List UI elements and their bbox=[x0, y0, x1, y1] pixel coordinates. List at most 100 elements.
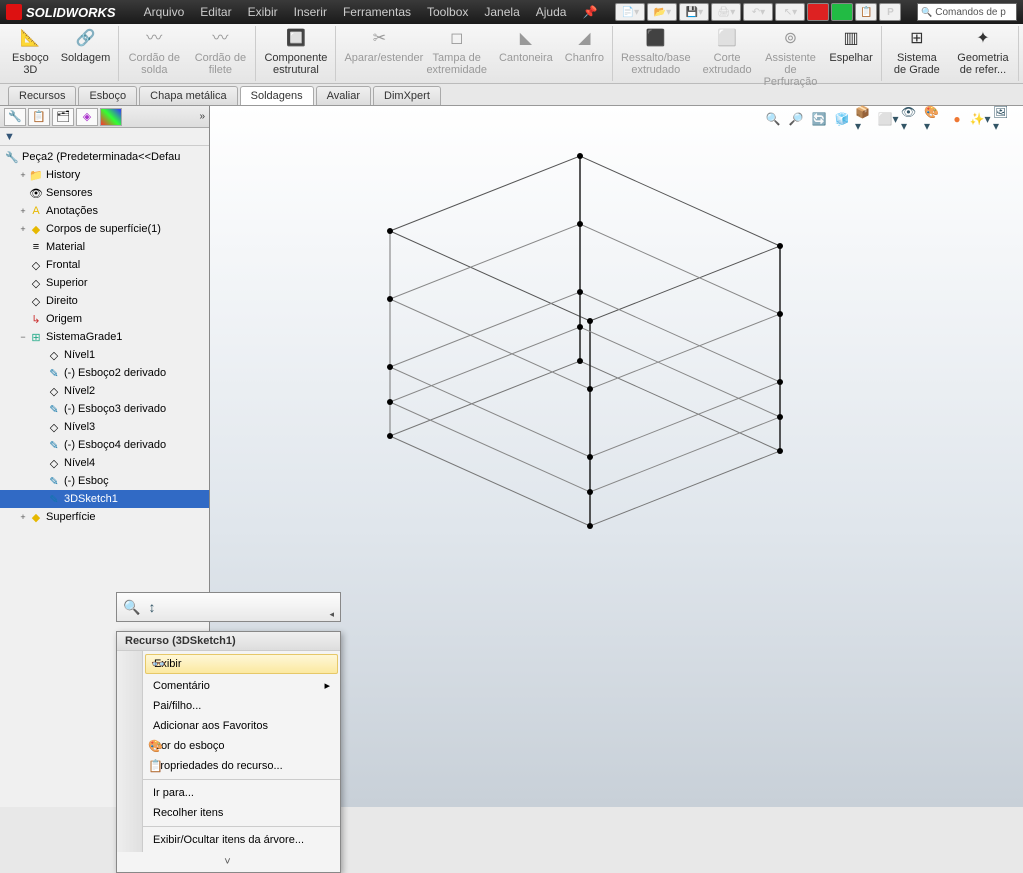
tree-item[interactable]: +AAnotações bbox=[0, 202, 209, 220]
context-item-icon: 👓 bbox=[151, 657, 166, 671]
tree-item[interactable]: ✎(-) Esboço3 derivado bbox=[0, 400, 209, 418]
menu-editar[interactable]: Editar bbox=[192, 5, 239, 19]
tree-tab-config[interactable]: 🗂 bbox=[52, 108, 74, 126]
ribbon-icon: ⬛ bbox=[644, 28, 668, 50]
mini-toolbar-collapse-icon[interactable]: ◂ bbox=[329, 609, 334, 620]
context-item-cor-do-esbo-o[interactable]: 🎨Cor do esboço bbox=[143, 736, 340, 756]
prev-view-icon[interactable]: 🔄 bbox=[809, 110, 829, 128]
ribbon-geometria-de-refer-[interactable]: ✦Geometria de refer... bbox=[950, 26, 1016, 78]
normal-to-icon[interactable]: ↕ bbox=[148, 599, 155, 615]
tree-item[interactable]: ◇Direito bbox=[0, 292, 209, 310]
appearance-icon[interactable]: ● bbox=[947, 110, 967, 128]
tree-item-label: Frontal bbox=[46, 259, 80, 271]
tree-item[interactable]: ◇Superior bbox=[0, 274, 209, 292]
hide-show-icon[interactable]: 👁▾ bbox=[901, 110, 921, 128]
context-menu-gutter bbox=[117, 651, 143, 852]
ribbon-esbo-o-3d[interactable]: 📐Esboço 3D bbox=[6, 26, 55, 78]
context-item-coment-rio[interactable]: Comentário▸ bbox=[143, 675, 340, 696]
context-menu-expand[interactable]: ˅ bbox=[117, 852, 340, 872]
tree-item[interactable]: −⊞SistemaGrade1 bbox=[0, 328, 209, 346]
tree-expand-icon[interactable]: + bbox=[18, 170, 28, 180]
tree-item[interactable]: ◇Nível4 bbox=[0, 454, 209, 472]
tree-tab-dim[interactable]: ◈ bbox=[76, 108, 98, 126]
tree-item[interactable]: +◆Corpos de superfície(1) bbox=[0, 220, 209, 238]
tree-tab-display[interactable] bbox=[100, 108, 122, 126]
help-button[interactable]: P bbox=[879, 3, 901, 21]
tree-item[interactable]: ✎(-) Esboç bbox=[0, 472, 209, 490]
tree-item[interactable]: ✎(-) Esboço2 derivado bbox=[0, 364, 209, 382]
context-item-ir-para-[interactable]: Ir para... bbox=[143, 783, 340, 803]
tab-dimxpert[interactable]: DimXpert bbox=[373, 86, 441, 105]
ribbon-assistente-de-perfura-o: ⊚Assistente de Perfuração bbox=[758, 26, 824, 90]
rebuild-red-icon[interactable] bbox=[807, 3, 829, 21]
section-view-icon[interactable]: 🧊 bbox=[832, 110, 852, 128]
menu-inserir[interactable]: Inserir bbox=[286, 5, 335, 19]
zoom-to-icon[interactable]: 🔍 bbox=[123, 599, 140, 616]
tab-chapa-metálica[interactable]: Chapa metálica bbox=[139, 86, 237, 105]
select-button[interactable]: ↖▾ bbox=[775, 3, 805, 21]
tree-item-label: Material bbox=[46, 241, 85, 253]
tree-item[interactable]: ◇Nível2 bbox=[0, 382, 209, 400]
submenu-arrow-icon: ▸ bbox=[324, 679, 330, 692]
title-bar: SOLIDWORKS Arquivo Editar Exibir Inserir… bbox=[0, 0, 1023, 24]
scene-icon[interactable]: 🎨▾ bbox=[924, 110, 944, 128]
menu-toolbox[interactable]: Toolbox bbox=[419, 5, 476, 19]
new-button[interactable]: 📄▾ bbox=[615, 3, 645, 21]
tree-item-label: 3DSketch1 bbox=[64, 493, 118, 505]
menu-ajuda[interactable]: Ajuda bbox=[528, 5, 575, 19]
tree-tabs-overflow-icon[interactable]: » bbox=[199, 111, 205, 122]
context-item-propriedades-do-recurso-[interactable]: 📋Propriedades do recurso... bbox=[143, 756, 340, 776]
tab-avaliar[interactable]: Avaliar bbox=[316, 86, 371, 105]
menu-arquivo[interactable]: Arquivo bbox=[136, 5, 193, 19]
display-style-icon[interactable]: ⬜▾ bbox=[878, 110, 898, 128]
tree-tab-feature[interactable]: 🔧 bbox=[4, 108, 26, 126]
tree-filter[interactable]: ▼ bbox=[0, 128, 209, 146]
tree-expand-icon[interactable]: − bbox=[18, 332, 28, 342]
ribbon-label: Corte extrudado bbox=[703, 52, 752, 76]
tree-root[interactable]: 🔧 Peça2 (Predeterminada<<Defau bbox=[0, 148, 209, 166]
context-item-exibir[interactable]: 👓Exibir bbox=[145, 654, 338, 674]
render-icon[interactable]: ✨▾ bbox=[970, 110, 990, 128]
options-button[interactable]: 📋 bbox=[855, 3, 877, 21]
ribbon-soldagem[interactable]: 🔗Soldagem bbox=[55, 26, 117, 66]
print-button[interactable]: 🖨▾ bbox=[711, 3, 741, 21]
tree-item-label: (-) Esboço4 derivado bbox=[64, 439, 166, 451]
menu-ferramentas[interactable]: Ferramentas bbox=[335, 5, 419, 19]
tab-soldagens[interactable]: Soldagens bbox=[240, 86, 314, 105]
open-button[interactable]: 📂▾ bbox=[647, 3, 677, 21]
context-item-recolher-itens[interactable]: Recolher itens bbox=[143, 803, 340, 823]
context-item-exibir-ocultar-itens-da-rvore-[interactable]: Exibir/Ocultar itens da árvore... bbox=[143, 830, 340, 850]
tab-recursos[interactable]: Recursos bbox=[8, 86, 76, 105]
tree-node-icon: ◇ bbox=[46, 348, 62, 362]
tree-item-label: Anotações bbox=[46, 205, 98, 217]
tree-item[interactable]: +◆Superfície bbox=[0, 508, 209, 526]
context-item-pai-filho-[interactable]: Pai/filho... bbox=[143, 696, 340, 716]
tree-item[interactable]: ◇Nível3 bbox=[0, 418, 209, 436]
tree-expand-icon[interactable]: + bbox=[18, 206, 28, 216]
context-item-adicionar-aos-favoritos[interactable]: Adicionar aos Favoritos bbox=[143, 716, 340, 736]
undo-button[interactable]: ↶▾ bbox=[743, 3, 773, 21]
tree-item[interactable]: 👁Sensores bbox=[0, 184, 209, 202]
tree-item[interactable]: ≡Material bbox=[0, 238, 209, 256]
view-orient-icon[interactable]: 📦▾ bbox=[855, 110, 875, 128]
menu-janela[interactable]: Janela bbox=[476, 5, 527, 19]
tree-tab-prop[interactable]: 📋 bbox=[28, 108, 50, 126]
settings-icon[interactable]: 🖼▾ bbox=[993, 110, 1013, 128]
tree-expand-icon[interactable]: + bbox=[18, 224, 28, 234]
ribbon-sistema-de-grade[interactable]: ⊞Sistema de Grade bbox=[884, 26, 950, 78]
rebuild-green-icon[interactable] bbox=[831, 3, 853, 21]
ribbon-espelhar[interactable]: ▥Espelhar bbox=[823, 26, 878, 66]
tree-item[interactable]: ✎3DSketch1 bbox=[0, 490, 209, 508]
tree-item[interactable]: ✎(-) Esboço4 derivado bbox=[0, 436, 209, 454]
tree-item[interactable]: ◇Nível1 bbox=[0, 346, 209, 364]
ribbon-componente-estrutural[interactable]: 🔲Componente estrutural bbox=[258, 26, 333, 78]
tree-item[interactable]: +📁History bbox=[0, 166, 209, 184]
menu-exibir[interactable]: Exibir bbox=[240, 5, 286, 19]
tree-item[interactable]: ↳Origem bbox=[0, 310, 209, 328]
tree-item[interactable]: ◇Frontal bbox=[0, 256, 209, 274]
tab-esboço[interactable]: Esboço bbox=[78, 86, 137, 105]
tree-expand-icon[interactable]: + bbox=[18, 512, 28, 522]
save-button[interactable]: 💾▾ bbox=[679, 3, 709, 21]
command-search[interactable]: Comandos de p bbox=[917, 3, 1017, 21]
menu-pin-icon[interactable]: 📌 bbox=[574, 5, 605, 19]
